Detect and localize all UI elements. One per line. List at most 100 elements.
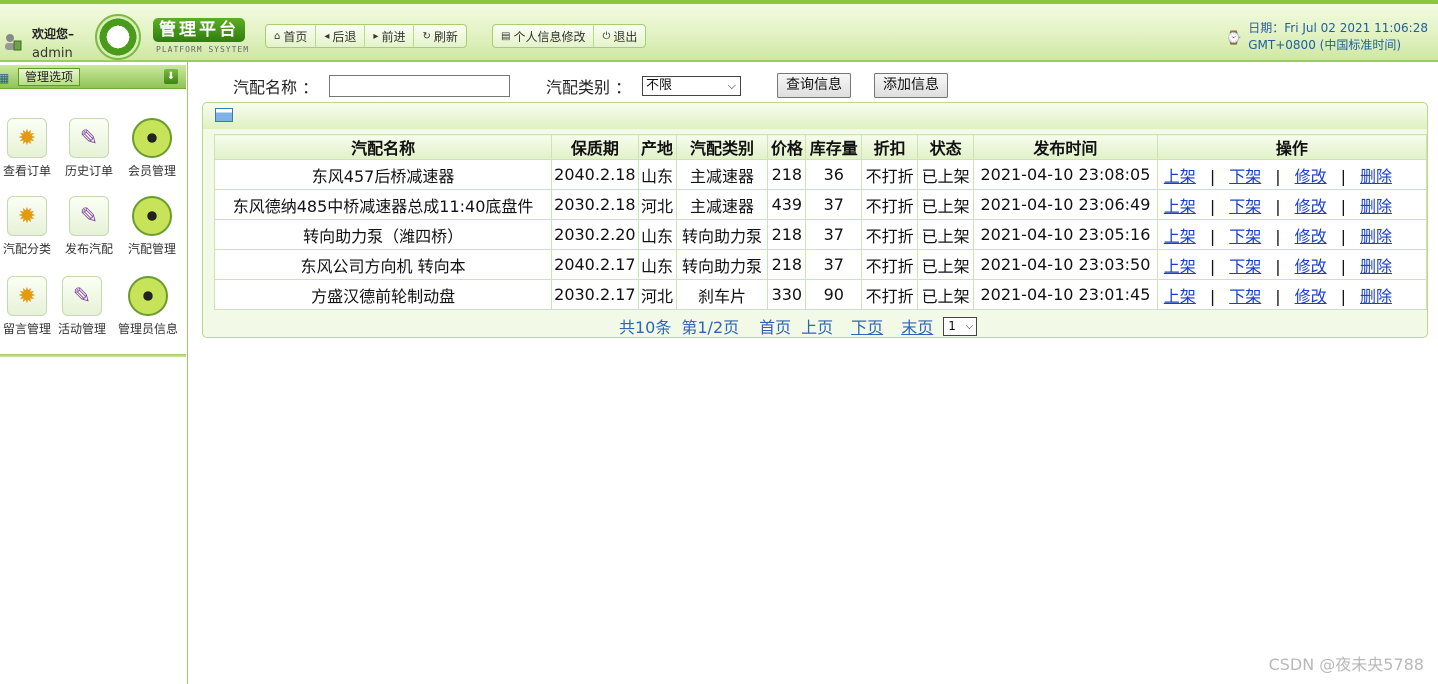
- shelve-link[interactable]: 上架: [1164, 257, 1196, 276]
- pagination: 共10条 第1/2页 首页 上页 下页 末页 1 ⌵: [619, 314, 978, 338]
- edit-link[interactable]: 修改: [1295, 287, 1327, 306]
- home-button[interactable]: ⌂ 首页: [266, 25, 317, 47]
- name-input[interactable]: [329, 75, 510, 97]
- edit-link[interactable]: 修改: [1295, 197, 1327, 216]
- shelve-link[interactable]: 上架: [1164, 197, 1196, 216]
- shelve-link[interactable]: 上架: [1164, 227, 1196, 246]
- col-actions: 操作: [1156, 134, 1428, 160]
- table-icon: [215, 108, 233, 122]
- logout-button[interactable]: ⏻ 退出: [594, 25, 645, 47]
- col-origin: 产地: [637, 134, 677, 160]
- last-page-link[interactable]: 末页: [901, 314, 933, 338]
- forward-button[interactable]: ▸ 前进: [365, 25, 415, 47]
- shelve-link[interactable]: 上架: [1164, 287, 1196, 306]
- table-cell: 已上架: [917, 219, 975, 250]
- type-label: 汽配类别 ：: [546, 78, 632, 97]
- unshelve-link[interactable]: 下架: [1229, 167, 1261, 186]
- table-header-row: 汽配名称 保质期 产地 汽配类别 价格 库存量 折扣 状态 发布时间 操作: [213, 134, 1428, 160]
- nav-group-account: ▤ 个人信息修改 ⏻ 退出: [492, 24, 647, 48]
- sidebar-item-part-categories[interactable]: ✹ 汽配分类: [0, 196, 59, 257]
- table-cell: 2030.2.20: [551, 219, 639, 250]
- table-cell: 已上架: [917, 249, 975, 280]
- first-page-link[interactable]: 首页: [759, 314, 791, 338]
- logo-icon: [95, 14, 141, 60]
- prev-page-link[interactable]: 上页: [801, 314, 833, 338]
- name-label: 汽配名称 ：: [233, 78, 319, 97]
- sidebar-item-members[interactable]: 会员管理: [120, 118, 184, 179]
- watermark: CSDN @夜未央5788: [1268, 655, 1424, 674]
- table-cell: 不打折: [861, 249, 919, 280]
- table-cell: 37: [805, 249, 863, 280]
- username: admin: [32, 46, 73, 61]
- add-button[interactable]: 添加信息: [874, 73, 948, 98]
- logo-subtitle: PLATFORM SYSYTEM: [156, 45, 250, 54]
- home-icon: ⌂: [274, 30, 281, 42]
- page-select[interactable]: 1 ⌵: [943, 316, 978, 336]
- action-separator: |: [1275, 256, 1281, 276]
- back-button[interactable]: ◂ 后退: [316, 25, 366, 47]
- row-actions: 上架 | 下架 | 修改 | 删除: [1156, 219, 1428, 250]
- unshelve-link[interactable]: 下架: [1229, 287, 1261, 306]
- delete-link[interactable]: 删除: [1360, 257, 1392, 276]
- table-cell: 330: [767, 279, 807, 310]
- book-icon: ✎: [69, 118, 109, 158]
- edit-link[interactable]: 修改: [1295, 257, 1327, 276]
- edit-link[interactable]: 修改: [1295, 227, 1327, 246]
- gear-icon: ✹: [7, 118, 47, 158]
- table-cell: 转向助力泵（潍四桥）: [213, 219, 553, 250]
- sidebar: ▦ 管理选项 ⬇ ✹ 查看订单 ✎ 历史订单 会员管理 ✹ 汽配分类 ✎ 发布汽…: [0, 62, 188, 684]
- action-separator: |: [1275, 166, 1281, 186]
- table-cell: 2040.2.18: [551, 159, 639, 190]
- edit-link[interactable]: 修改: [1295, 167, 1327, 186]
- delete-link[interactable]: 删除: [1360, 287, 1392, 306]
- sidebar-item-activities[interactable]: ✎ 活动管理: [50, 276, 114, 337]
- gear-icon: ✹: [7, 276, 47, 316]
- collapse-icon[interactable]: ⬇: [164, 69, 178, 84]
- sidebar-item-part-management[interactable]: 汽配管理: [120, 196, 184, 257]
- action-separator: |: [1340, 196, 1347, 216]
- delete-link[interactable]: 删除: [1360, 167, 1392, 186]
- table-cell: 主减速器: [675, 189, 769, 220]
- action-separator: |: [1209, 166, 1216, 186]
- user-icon: [5, 34, 22, 51]
- table-cell: 转向助力泵: [675, 249, 769, 280]
- table-cell: 河北: [637, 279, 677, 310]
- col-stock: 库存量: [805, 134, 863, 160]
- document-icon: ▤: [501, 30, 511, 42]
- delete-link[interactable]: 删除: [1360, 227, 1392, 246]
- action-separator: |: [1209, 256, 1216, 276]
- unshelve-link[interactable]: 下架: [1229, 257, 1261, 276]
- table-cell: 218: [767, 249, 807, 280]
- table-cell: 方盛汉德前轮制动盘: [213, 279, 553, 310]
- query-button[interactable]: 查询信息: [777, 73, 851, 98]
- table-cell: 439: [767, 189, 807, 220]
- table-cell: 2021-04-10 23:01:45: [973, 279, 1158, 310]
- table-cell: 山东: [637, 249, 677, 280]
- sidebar-item-order-history[interactable]: ✎ 历史订单: [57, 118, 121, 179]
- type-select[interactable]: 不限 ⌵: [642, 76, 741, 96]
- sidebar-item-publish-part[interactable]: ✎ 发布汽配: [57, 196, 121, 257]
- table-cell: 东风457后桥减速器: [213, 159, 553, 190]
- row-actions: 上架 | 下架 | 修改 | 删除: [1156, 189, 1428, 220]
- table-cell: 主减速器: [675, 159, 769, 190]
- sidebar-item-view-orders[interactable]: ✹ 查看订单: [0, 118, 59, 179]
- edit-profile-button[interactable]: ▤ 个人信息修改: [493, 25, 595, 47]
- clock-icon: ⌚: [1225, 31, 1242, 46]
- delete-link[interactable]: 删除: [1360, 197, 1392, 216]
- col-price: 价格: [767, 134, 807, 160]
- table-cell: 2030.2.17: [551, 279, 639, 310]
- table-cell: 不打折: [861, 219, 919, 250]
- unshelve-link[interactable]: 下架: [1229, 227, 1261, 246]
- table-cell: 不打折: [861, 159, 919, 190]
- table-cell: 2021-04-10 23:05:16: [973, 219, 1158, 250]
- table-cell: 37: [805, 189, 863, 220]
- refresh-button[interactable]: ↻ 刷新: [414, 25, 465, 47]
- unshelve-link[interactable]: 下架: [1229, 197, 1261, 216]
- next-page-link[interactable]: 下页: [851, 314, 883, 338]
- table-cell: 218: [767, 219, 807, 250]
- shelve-link[interactable]: 上架: [1164, 167, 1196, 186]
- sidebar-item-admin-info[interactable]: 管理员信息: [116, 276, 180, 337]
- table-cell: 已上架: [917, 279, 975, 310]
- table-row: 东风德纳485中桥减速器总成11:40底盘件 2030.2.18 河北 主减速器 439…: [213, 189, 1428, 220]
- action-separator: |: [1209, 196, 1216, 216]
